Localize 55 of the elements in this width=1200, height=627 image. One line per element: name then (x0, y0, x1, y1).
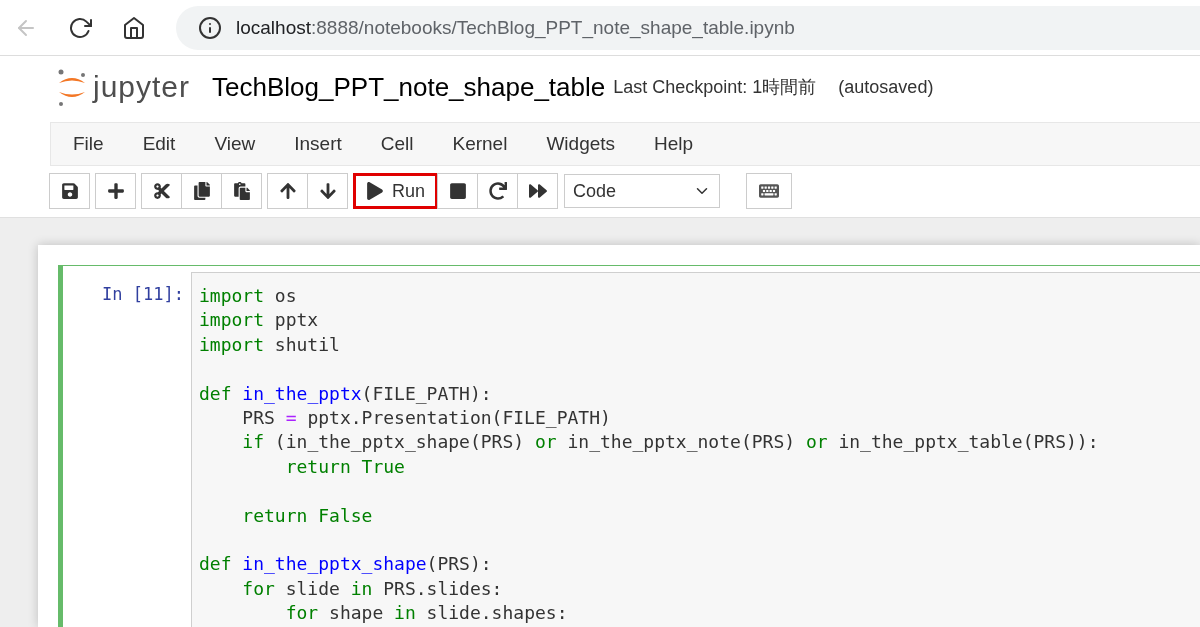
menu-item[interactable]: Cell (380, 133, 433, 155)
url-host: localhost (236, 16, 311, 38)
save-button[interactable] (49, 173, 90, 209)
code-line: for shape in slide.shapes: (284, 601, 569, 626)
menu-item[interactable]: Edit (142, 133, 195, 155)
insert-cell-button[interactable] (95, 173, 136, 209)
paste-icon (232, 182, 251, 200)
cut-button[interactable] (141, 173, 182, 209)
url-path: :8888/notebooks/TechBlog_PPT_note_shape_table.ipynb (311, 16, 795, 39)
move-up-button[interactable] (267, 173, 308, 209)
code-line: import shutil (199, 332, 341, 357)
paste-button[interactable] (221, 173, 262, 209)
code-line: import os (199, 284, 298, 308)
menu-item[interactable]: Widgets (546, 133, 635, 155)
home-icon[interactable] (122, 15, 146, 40)
fast-forward-icon (528, 182, 547, 200)
input-prompt: In [11]: (101, 283, 185, 306)
checkpoint-text: Last Checkpoint: 1時間前 (613, 76, 817, 99)
menu-item[interactable]: Help (654, 133, 713, 155)
menu-item[interactable]: Insert (294, 133, 361, 155)
code-line: return True (284, 454, 406, 479)
menu-item[interactable]: View (214, 133, 275, 155)
code-line: return False (241, 503, 374, 528)
run-all-button[interactable] (517, 173, 559, 209)
code-line: import pptx (199, 308, 320, 333)
run-button[interactable]: Run (353, 173, 439, 209)
play-icon (366, 182, 384, 200)
notebook-name[interactable]: TechBlog_PPT_note_shape_table (212, 71, 606, 103)
restart-button[interactable] (477, 173, 519, 209)
move-down-button[interactable] (307, 173, 348, 209)
code-line: if (in_the_pptx_shape(PRS) or in_the_pptx_note(PRS) or in_the_pptx_table(PRS)): (241, 430, 1100, 455)
code-line: def in_the_pptx(FILE_PATH): (199, 381, 493, 406)
menu-item[interactable]: Kernel (452, 133, 527, 155)
stop-icon (448, 182, 467, 200)
code-line: def in_the_pptx_shape(PRS): (199, 552, 493, 577)
copy-button[interactable] (181, 173, 222, 209)
down-arrow-icon (318, 182, 337, 200)
up-arrow-icon (278, 182, 297, 200)
autosave-text: (autosaved) (838, 76, 934, 98)
code-line: for slide in PRS.slides: (241, 576, 504, 601)
command-palette-button[interactable] (746, 173, 793, 209)
keyboard-icon (759, 181, 780, 201)
menu-item[interactable]: File (73, 133, 123, 155)
code-line: PRS = pptx.Presentation(FILE_PATH) (241, 405, 612, 430)
plus-icon (106, 182, 125, 200)
interrupt-button[interactable] (437, 173, 479, 209)
cell-type-select[interactable]: Code (564, 174, 721, 208)
restart-icon (488, 182, 507, 200)
info-icon (198, 15, 222, 40)
logo-text[interactable]: jupyter (93, 70, 191, 104)
copy-icon (192, 182, 211, 200)
scissors-icon (152, 182, 171, 200)
reload-icon[interactable] (68, 15, 92, 40)
address-bar[interactable]: localhost:8888/notebooks/TechBlog_PPT_note_shape_table.ipynb (176, 5, 1200, 50)
save-icon (60, 182, 79, 200)
